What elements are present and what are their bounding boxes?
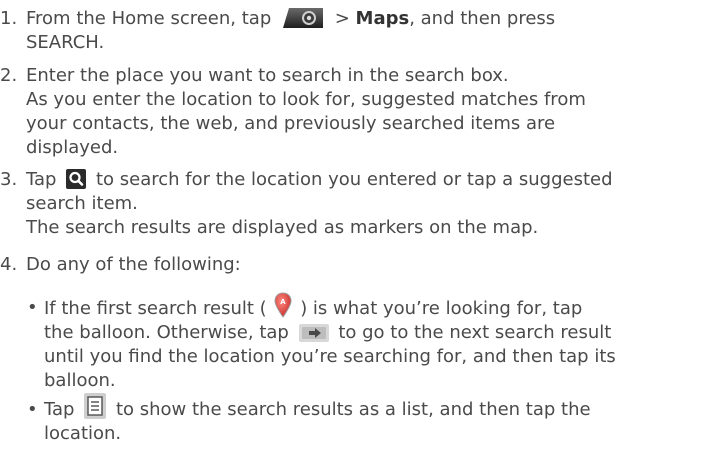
svg-text:A: A — [281, 298, 287, 306]
bullet-text: to show the search results as a list, an… — [115, 399, 591, 420]
step-text: > — [334, 8, 356, 29]
step-text: Enter the place you want to search in th… — [26, 65, 509, 86]
bullet-dot: • — [27, 297, 38, 318]
step-text: to search for the location you entered o… — [95, 169, 613, 190]
bullet-text: balloon. — [44, 370, 116, 391]
step-text: From the Home screen, tap — [26, 8, 272, 29]
bullet-text: the balloon. Otherwise, tap — [44, 322, 289, 343]
step-text: Tap — [26, 169, 57, 190]
step-body: From the Home screen, tap > Maps, and th… — [8, 7, 720, 55]
step-body: Do any of the following: — [8, 253, 720, 277]
bullet-text: to go to the next search result — [338, 322, 612, 343]
step-text: , and then press — [409, 8, 556, 29]
search-icon — [66, 169, 87, 189]
step-body: Enter the place you want to search in th… — [8, 64, 720, 160]
camera-icon — [282, 8, 323, 28]
step-body: Tap to search for the location you enter… — [8, 168, 720, 240]
step-text: As you enter the location to look for, s… — [26, 89, 586, 110]
list-icon — [84, 393, 107, 419]
bullet-text: If the first search result ( — [44, 298, 267, 319]
step-text: search item. — [26, 193, 138, 214]
next-arrow-icon — [298, 324, 329, 342]
bullet-text: location. — [44, 423, 122, 444]
step-text: your contacts, the web, and previously s… — [26, 113, 556, 134]
maps-label: Maps — [355, 8, 410, 29]
bullet-text: Tap — [44, 399, 75, 420]
step-text: SEARCH. — [26, 32, 105, 53]
step-text: displayed. — [26, 137, 119, 158]
bullet-text: ) is what you’re looking for, tap — [300, 298, 583, 319]
bullet-body: Tap to show the search results as a list… — [44, 393, 591, 446]
step-text: Do any of the following: — [26, 254, 241, 275]
map-marker-icon: A — [274, 292, 292, 318]
bullet-body: If the first search result ( A ) is what… — [44, 292, 616, 393]
step-text: The search results are displayed as mark… — [26, 217, 539, 238]
bullet-text: until you find the location you’re searc… — [44, 346, 616, 367]
bullet-dot: • — [27, 399, 38, 420]
